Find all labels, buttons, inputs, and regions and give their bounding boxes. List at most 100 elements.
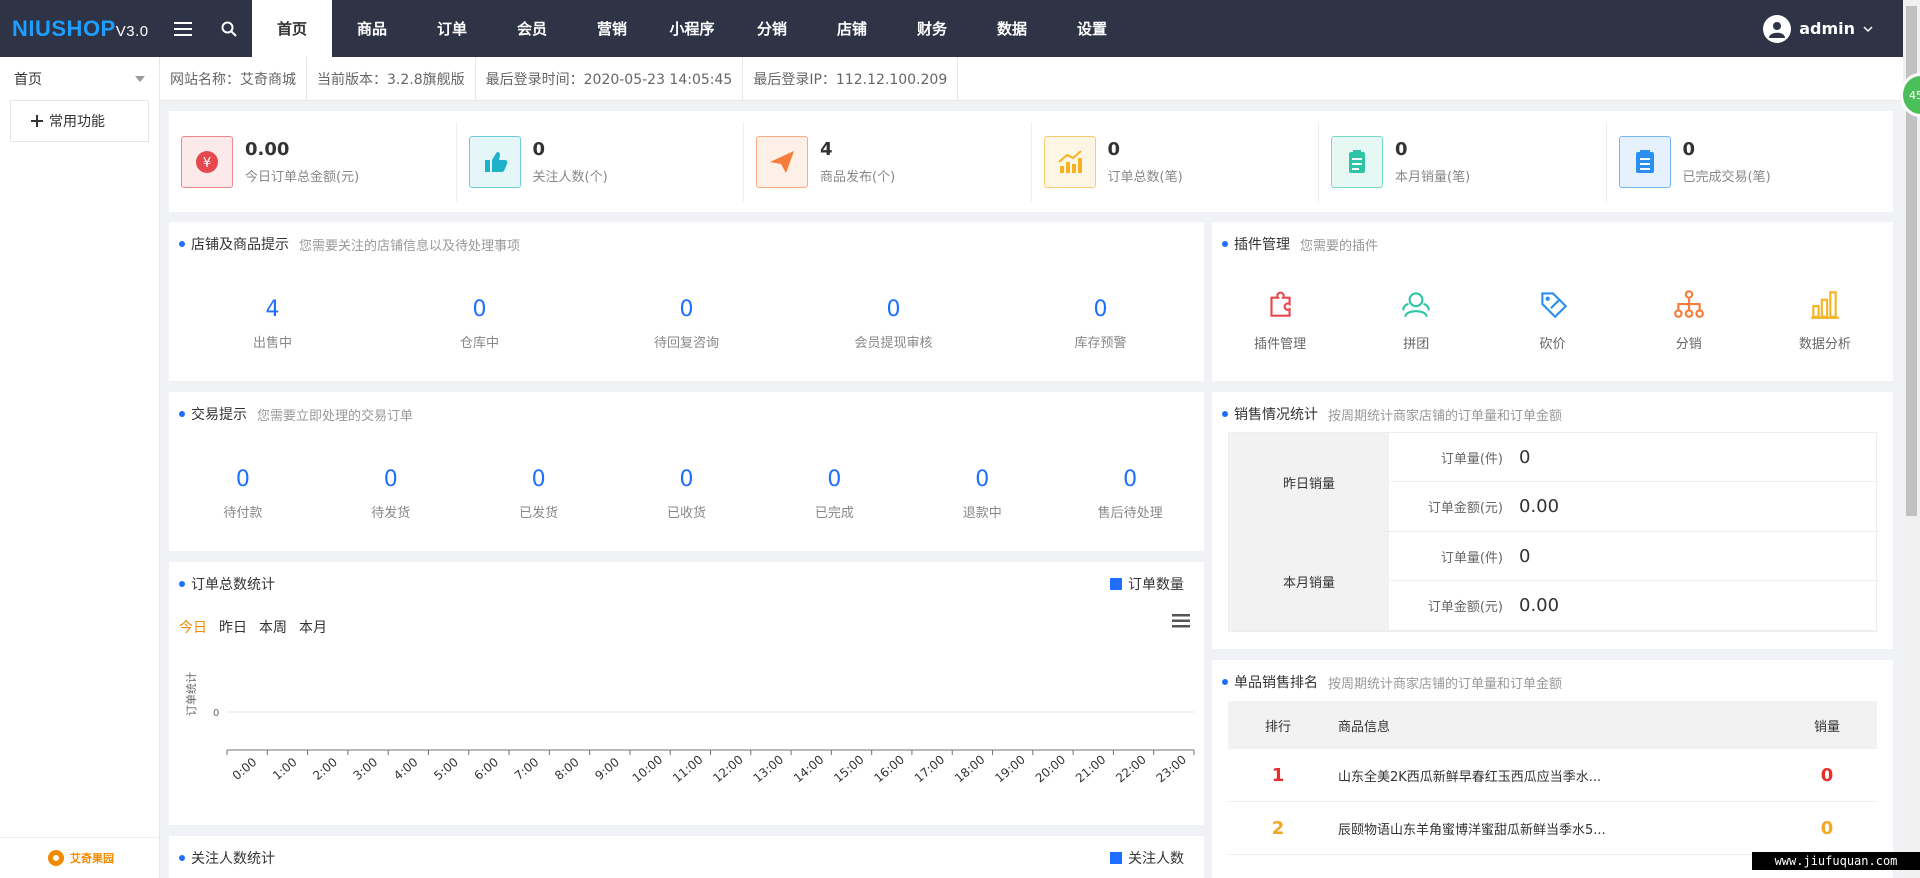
stat-value: 0 — [1395, 138, 1408, 160]
shop_tips-item[interactable]: 0 会员提现审核 — [790, 297, 997, 351]
nav-item-5[interactable]: 小程序 — [652, 0, 732, 57]
shop_tips-item[interactable]: 0 待回复咨询 — [583, 297, 790, 351]
orange-logo-icon — [48, 850, 64, 866]
ranking-row[interactable]: 2 辰颐物语山东羊角蜜博洋蜜甜瓜新鲜当季水5... 0 — [1228, 802, 1877, 855]
quick-functions-label: 常用功能 — [49, 114, 105, 130]
sales-row: 订单金额(元) 0.00 — [1389, 482, 1876, 531]
send-icon — [756, 135, 808, 188]
nav-item-9[interactable]: 数据 — [972, 0, 1052, 57]
nav-item-6[interactable]: 分销 — [732, 0, 812, 57]
count-value: 0 — [679, 467, 694, 492]
sidebar-current-menu[interactable]: 首页 — [0, 57, 159, 100]
count-value: 0 — [1093, 297, 1108, 322]
app-logo[interactable]: NIUSHOPV3.0 — [0, 16, 160, 42]
sales-row: 订单量(件) 0 — [1389, 433, 1876, 482]
menu-toggle-icon[interactable] — [160, 0, 206, 57]
plugins-panel: 插件管理 您需要的插件 插件管理 拼团 砍价 分销 数据分析 — [1212, 222, 1893, 381]
avatar — [1763, 14, 1792, 43]
nav-item-1[interactable]: 商品 — [332, 0, 412, 57]
nav-item-10[interactable]: 设置 — [1052, 0, 1132, 57]
nav-item-8[interactable]: 财务 — [892, 0, 972, 57]
trade-tips-panel: 交易提示 您需要立即处理的交易订单 0 待付款 0 待发货 0 已发货 0 已收货 0 已完成 0 退款… — [169, 392, 1204, 551]
chevron-down-icon — [1863, 25, 1873, 32]
puzzle-icon — [1212, 287, 1348, 325]
distribution-icon — [1621, 287, 1757, 325]
ranking-row[interactable]: 1 山东全美2K西瓜新鲜早春红玉西瓜应当季水... 0 — [1228, 749, 1877, 802]
count-label: 已收货 — [667, 506, 707, 521]
user-menu[interactable]: admin — [1763, 14, 1873, 43]
sidebar-current-label: 首页 — [14, 71, 42, 88]
search-icon[interactable] — [206, 0, 252, 57]
order-line-chart: 订单统计 0 0:00 1:00 2:00 3:00 4:00 5:00 6:00 7:00 8:0… — [185, 672, 1195, 785]
username: admin — [1799, 19, 1855, 38]
x-tick-label: 11:00 — [670, 752, 705, 785]
y-axis-label: 订单统计 — [185, 672, 198, 716]
shop_tips-item[interactable]: 0 仓库中 — [376, 297, 583, 351]
nav-item-4[interactable]: 营销 — [572, 0, 652, 57]
nav-item-0[interactable]: 首页 — [252, 0, 332, 57]
brand-text: 艾奇果园 — [70, 852, 114, 865]
x-tick-label: 1:00 — [270, 755, 300, 783]
plugin-label: 拼团 — [1403, 337, 1430, 352]
nav-item-7[interactable]: 店铺 — [812, 0, 892, 57]
site-version: 当前版本：3.2.8旗舰版 — [307, 56, 476, 101]
nav-item-3[interactable]: 会员 — [492, 0, 572, 57]
plugin-item[interactable]: 数据分析 — [1757, 287, 1893, 352]
product-sales: 0 — [1820, 764, 1834, 786]
count-label: 会员提现审核 — [854, 336, 933, 351]
list-icon — [1618, 135, 1671, 188]
shop_tips-item[interactable]: 4 出售中 — [169, 297, 376, 351]
stat-label: 本月销量(笔) — [1395, 169, 1471, 185]
product-name[interactable]: 辰颐物语山东羊角蜜博洋蜜甜瓜新鲜当季水5... — [1328, 819, 1777, 838]
stat-label: 关注人数(个) — [532, 169, 608, 185]
legend-label: 关注人数 — [1128, 851, 1184, 867]
stat-card: 0 订单总数(笔) — [1032, 121, 1319, 202]
x-tick-label: 17:00 — [912, 752, 947, 785]
stat-value: 0 — [1682, 138, 1696, 160]
quick-functions-button[interactable]: 常用功能 — [10, 100, 149, 142]
trade_tips-item[interactable]: 0 已发货 — [465, 467, 613, 521]
trade_tips-item[interactable]: 0 已收货 — [613, 467, 761, 521]
plugin-item[interactable]: 砍价 — [1484, 287, 1620, 352]
count-label: 待发货 — [371, 506, 411, 521]
count-value: 0 — [472, 297, 487, 322]
panel-title: 店铺及商品提示 — [191, 237, 289, 253]
count-value: 0 — [679, 297, 694, 322]
shop-tips-panel: 店铺及商品提示 您需要关注的店铺信息以及待处理事项 4 出售中 0 仓库中 0 待回复咨询 0… — [169, 222, 1204, 381]
sales-block: 本月销量 订单量(件) 0 订单金额(元) 0.00 — [1229, 532, 1876, 631]
count-label: 仓库中 — [459, 336, 499, 351]
x-tick-label: 2:00 — [310, 755, 340, 783]
count-label: 库存预警 — [1074, 336, 1127, 351]
sales-value: 0 — [1519, 545, 1531, 567]
brand-logo: 艾奇果园 — [0, 837, 160, 868]
trade_tips-item[interactable]: 0 售后待处理 — [1056, 467, 1204, 521]
nav-item-2[interactable]: 订单 — [412, 0, 492, 57]
x-tick-label: 8:00 — [552, 755, 582, 783]
count-value: 0 — [827, 467, 842, 492]
sales-key: 订单金额(元) — [1427, 501, 1503, 516]
clipboard-icon — [1331, 135, 1383, 188]
shop_tips-item[interactable]: 0 库存预警 — [997, 297, 1204, 351]
plugin-item[interactable]: 插件管理 — [1212, 287, 1348, 352]
plugin-item[interactable]: 分销 — [1621, 287, 1757, 352]
trade_tips-item[interactable]: 0 退款中 — [908, 467, 1056, 521]
trade_tips-item[interactable]: 0 待付款 — [169, 467, 317, 521]
panel-subtitle: 按周期统计商家店铺的订单量和订单金额 — [1328, 408, 1563, 424]
sales-value: 0.00 — [1519, 595, 1560, 616]
stat-card: 0 已完成交易(笔) — [1607, 122, 1894, 202]
x-tick-label: 5:00 — [431, 755, 461, 783]
count-value: 4 — [265, 297, 280, 322]
order-chart-panel: 订单总数统计 订单数量 今日 昨日 本周 本月 订单统计 0 0:00 1:00 2:00 3:… — [169, 562, 1204, 825]
ranking-header-cell: 商品信息 — [1338, 719, 1391, 735]
x-tick-label: 14:00 — [791, 752, 826, 785]
page-scrollbar[interactable] — [1903, 0, 1920, 878]
count-label: 已完成 — [814, 506, 854, 521]
plugin-item[interactable]: 拼团 — [1348, 287, 1484, 352]
trade_tips-item[interactable]: 0 待发货 — [317, 467, 465, 521]
follow-chart-panel: 关注人数统计 关注人数 — [169, 836, 1204, 878]
product-name[interactable]: 山东全美2K西瓜新鲜早春红玉西瓜应当季水... — [1328, 766, 1777, 785]
chart-legend[interactable]: 关注人数 — [1110, 848, 1184, 868]
trade_tips-item[interactable]: 0 已完成 — [760, 467, 908, 521]
plugins-list: 插件管理 拼团 砍价 分销 数据分析 — [1212, 287, 1893, 352]
product-sales: 0 — [1820, 817, 1834, 839]
